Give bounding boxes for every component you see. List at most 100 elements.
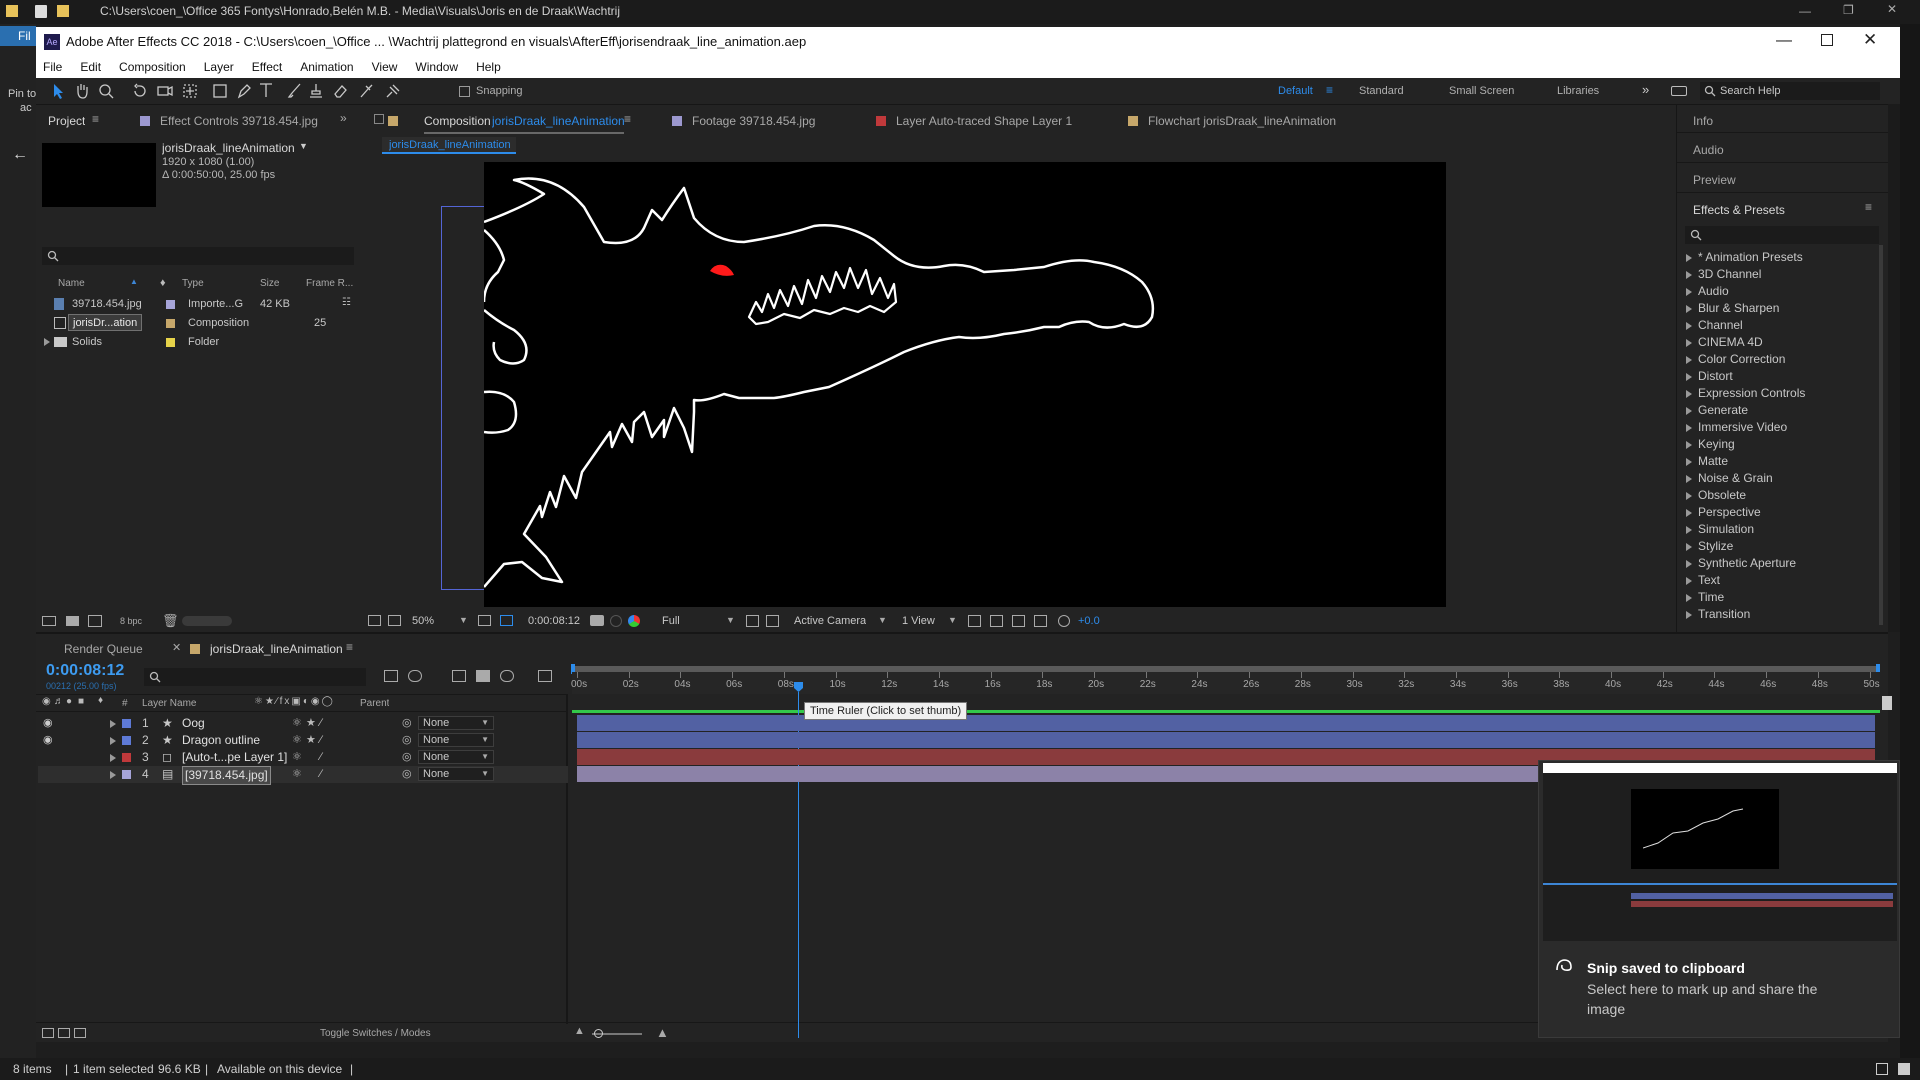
modes-pane-icon[interactable]: [58, 1028, 70, 1038]
col-size[interactable]: Size: [260, 278, 279, 289]
zoom-tool-icon[interactable]: [98, 82, 114, 100]
ae-close-icon[interactable]: ✕: [1863, 30, 1877, 50]
composition-tab[interactable]: Composition: [424, 114, 491, 128]
toggle-pixel-aspect-icon[interactable]: [968, 615, 981, 627]
expand-triangle-icon[interactable]: [1686, 355, 1692, 364]
zoom-in-icon[interactable]: ▲: [656, 1025, 669, 1040]
workspace-standard[interactable]: Standard: [1359, 85, 1404, 97]
workspace-default[interactable]: Default: [1278, 85, 1313, 97]
new-composition-icon[interactable]: [88, 615, 102, 627]
expand-triangle-icon[interactable]: [1686, 491, 1692, 500]
label-color-chip[interactable]: [122, 753, 131, 762]
parent-dropdown[interactable]: None ▼: [418, 750, 494, 764]
expand-triangle-icon[interactable]: [1686, 270, 1692, 279]
effects-presets-header[interactable]: Effects & Presets ≡: [1677, 194, 1889, 222]
effect-category-item[interactable]: Matte: [1686, 453, 1728, 470]
effect-category-item[interactable]: Simulation: [1686, 521, 1754, 538]
effect-category-item[interactable]: Immersive Video: [1686, 419, 1787, 436]
effect-controls-tab[interactable]: Effect Controls 39718.454.jpg: [160, 114, 318, 128]
comp-end-marker-icon[interactable]: [1882, 696, 1892, 710]
expand-triangle-icon[interactable]: [1686, 610, 1692, 619]
panel-menu-icon[interactable]: ≡: [92, 112, 99, 126]
panel-menu-icon[interactable]: ≡: [1865, 200, 1872, 214]
expand-triangle-icon[interactable]: [1686, 321, 1692, 330]
layer-name[interactable]: Dragon outline: [182, 732, 260, 749]
camera-dropdown[interactable]: Active Camera: [794, 615, 866, 627]
workspace-libraries[interactable]: Libraries: [1557, 85, 1599, 97]
effect-category-item[interactable]: Expression Controls: [1686, 385, 1805, 402]
transparency-grid-icon[interactable]: [766, 615, 779, 627]
layer-tab[interactable]: Layer Auto-traced Shape Layer 1: [896, 114, 1072, 128]
preview-panel-header[interactable]: Preview: [1677, 164, 1889, 193]
new-folder-icon[interactable]: [57, 5, 69, 17]
back-arrow-icon[interactable]: ←: [12, 146, 28, 164]
info-panel-header[interactable]: Info: [1677, 105, 1889, 133]
menu-composition[interactable]: Composition: [119, 60, 186, 74]
layer-row[interactable]: 4 ▤ [39718.454.jpg] ⚛ ∕ ◎ None ▼: [38, 766, 568, 785]
draft-3d-icon[interactable]: [408, 670, 422, 682]
effect-category-item[interactable]: Time: [1686, 589, 1724, 606]
explorer-minimize-icon[interactable]: —: [1799, 4, 1811, 18]
expand-triangle-icon[interactable]: [1686, 304, 1692, 313]
menu-edit[interactable]: Edit: [80, 60, 101, 74]
workspace-small-screen[interactable]: Small Screen: [1449, 85, 1514, 97]
explorer-restore-icon[interactable]: ❐: [1843, 3, 1854, 17]
expand-triangle-icon[interactable]: [110, 720, 116, 728]
effect-category-item[interactable]: Audio: [1686, 283, 1729, 300]
motion-blur-icon[interactable]: [500, 670, 514, 682]
zoom-out-icon[interactable]: ▲: [574, 1025, 585, 1037]
zoom-dropdown-chevron-icon[interactable]: ▼: [459, 615, 468, 625]
comp-breadcrumb[interactable]: jorisDraak_lineAnimation: [382, 137, 516, 154]
collapse-switch-icon[interactable]: ★: [306, 732, 316, 749]
label-color-chip[interactable]: [122, 736, 131, 745]
trash-icon[interactable]: 🗑: [162, 613, 179, 629]
expand-triangle-icon[interactable]: [1686, 253, 1692, 262]
pickwhip-icon[interactable]: ◎: [402, 766, 412, 783]
search-help-field[interactable]: Search Help: [1700, 82, 1880, 100]
label-color-chip[interactable]: [122, 770, 131, 779]
shy-switch-icon[interactable]: ⚛: [292, 749, 302, 766]
pickwhip-icon[interactable]: ◎: [402, 732, 412, 749]
flowchart-icon[interactable]: ☷: [342, 297, 351, 308]
resolution-dropdown[interactable]: Full: [662, 615, 680, 627]
composition-tab-name[interactable]: jorisDraak_lineAnimation: [492, 114, 625, 128]
zoom-dropdown[interactable]: 50%: [412, 615, 434, 627]
expand-triangle-icon[interactable]: [1686, 559, 1692, 568]
menu-window[interactable]: Window: [415, 60, 458, 74]
viewer-current-time[interactable]: 0:00:08:12: [528, 615, 580, 627]
thumbnail-slider[interactable]: [182, 616, 232, 626]
timeline-icon[interactable]: [1012, 615, 1025, 627]
col-type[interactable]: Type: [182, 278, 204, 289]
comp-name[interactable]: jorisDraak_lineAnimation: [162, 141, 295, 155]
views-chevron-icon[interactable]: ▼: [948, 615, 957, 625]
layer-bar-dragon-outline[interactable]: [577, 732, 1875, 748]
effect-category-item[interactable]: Transition: [1686, 606, 1750, 623]
expand-triangle-icon[interactable]: [110, 754, 116, 762]
expand-triangle-icon[interactable]: [1686, 576, 1692, 585]
comp-mini-flowchart-icon[interactable]: [384, 670, 398, 682]
expand-triangle-icon[interactable]: [1686, 372, 1692, 381]
effect-category-item[interactable]: Color Correction: [1686, 351, 1785, 368]
new-folder-icon[interactable]: [66, 616, 79, 626]
effect-category-item[interactable]: Synthetic Aperture: [1686, 555, 1796, 572]
file-tab-fragment[interactable]: Fil: [0, 26, 36, 46]
effect-category-item[interactable]: CINEMA 4D: [1686, 334, 1763, 351]
expand-triangle-icon[interactable]: [1686, 406, 1692, 415]
effect-category-item[interactable]: Generate: [1686, 402, 1748, 419]
camera-tool-icon[interactable]: [156, 82, 174, 100]
region-of-interest-icon[interactable]: [746, 615, 759, 627]
menu-view[interactable]: View: [372, 60, 398, 74]
roto-brush-tool-icon[interactable]: [358, 82, 376, 100]
menu-help[interactable]: Help: [476, 60, 501, 74]
fast-previews-icon[interactable]: [990, 615, 1003, 627]
layer-row[interactable]: ◉ 2 ★ Dragon outline ⚛ ★ ∕ ◎ None ▼: [38, 732, 568, 749]
effect-category-item[interactable]: Blur & Sharpen: [1686, 300, 1779, 317]
in-out-pane-icon[interactable]: [74, 1028, 86, 1038]
layer-search-field[interactable]: [144, 668, 366, 686]
layer-name[interactable]: [39718.454.jpg]: [182, 766, 271, 785]
project-item-row[interactable]: jorisDr...ation Composition 25: [42, 314, 354, 332]
mask-visibility-icon[interactable]: [500, 615, 513, 626]
eye-visibility-icon[interactable]: ◉: [43, 732, 53, 749]
eraser-tool-icon[interactable]: [332, 82, 348, 100]
effects-scrollbar[interactable]: [1879, 245, 1883, 625]
